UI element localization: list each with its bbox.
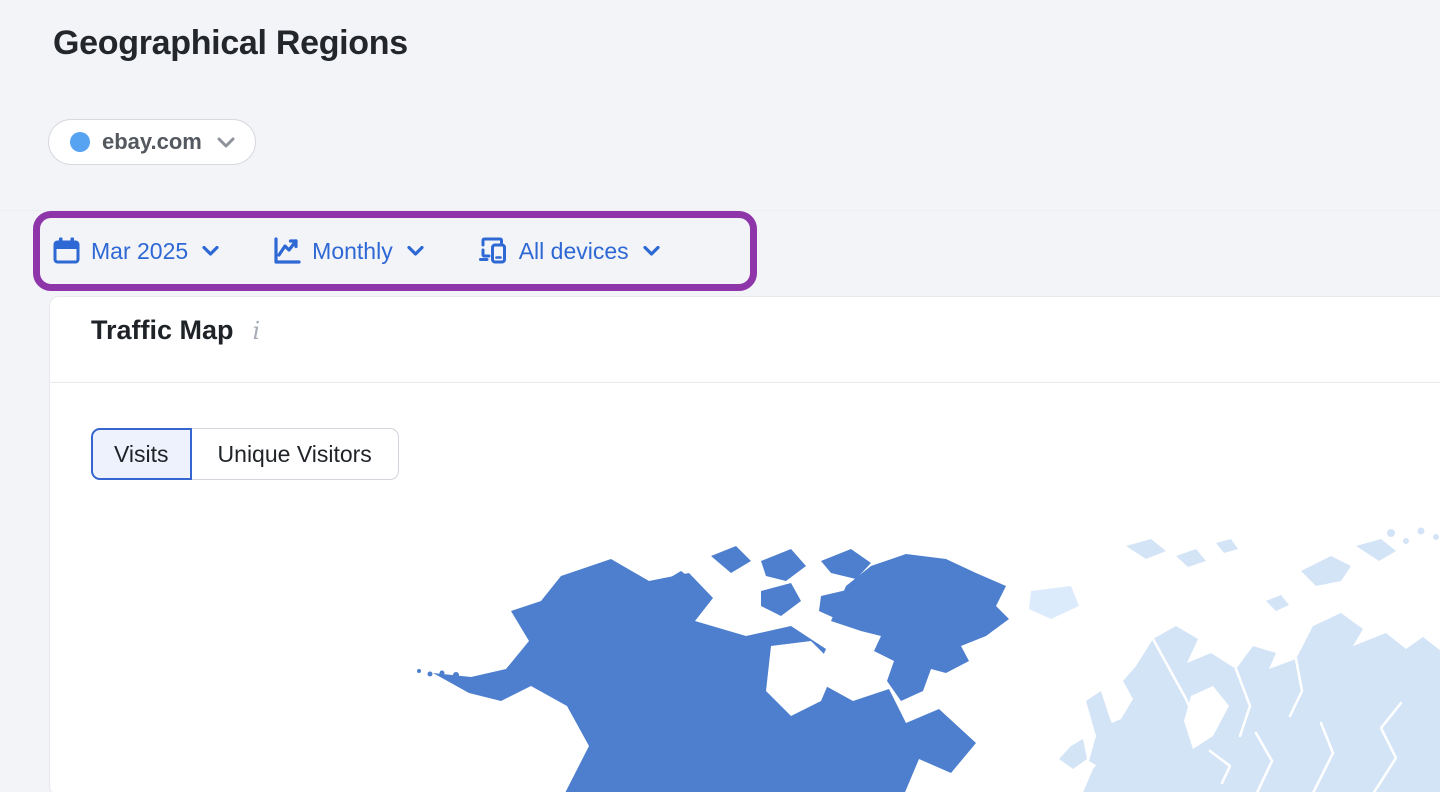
card-divider [50,382,1440,383]
chevron-down-icon [202,246,219,256]
devices-label: All devices [519,238,629,265]
filter-toolbar: Mar 2025 Monthly All devices [53,211,660,291]
page-title: Geographical Regions [53,24,408,63]
visits-tab[interactable]: Visits [91,428,192,480]
granularity-label: Monthly [312,238,393,265]
devices-dropdown[interactable]: All devices [478,236,660,266]
chevron-down-icon [407,246,424,256]
granularity-dropdown[interactable]: Monthly [273,237,424,265]
chevron-down-icon [643,246,660,256]
date-range-dropdown[interactable]: Mar 2025 [53,237,219,265]
domain-dot-icon [70,132,90,152]
info-icon[interactable]: i [253,319,261,343]
europe-russia-region[interactable] [1029,528,1440,792]
world-map[interactable] [50,521,1440,792]
domain-selector[interactable]: ebay.com [48,119,256,165]
traffic-map-card: Traffic Map i Visits Unique Visitors [49,296,1440,792]
chevron-down-icon [217,137,235,148]
line-chart-icon [273,237,301,265]
metric-toggle: Visits Unique Visitors [91,428,399,480]
domain-label: ebay.com [102,129,202,155]
card-title: Traffic Map [91,315,234,346]
devices-icon [478,236,508,266]
date-range-label: Mar 2025 [91,238,188,265]
unique-visitors-tab[interactable]: Unique Visitors [192,428,399,480]
calendar-icon [53,237,80,265]
